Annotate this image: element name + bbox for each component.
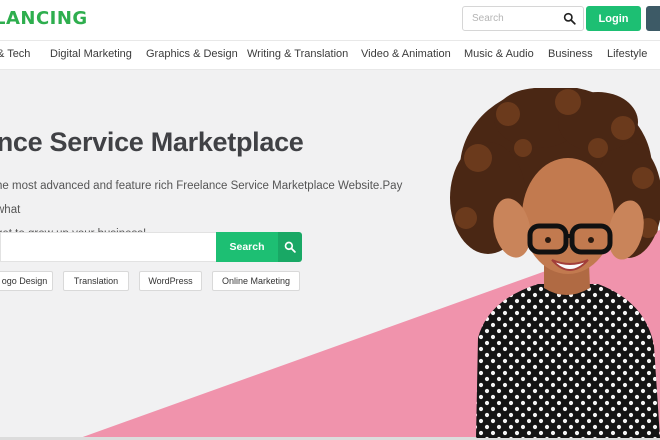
hero-search-input[interactable] — [0, 232, 216, 262]
nav-item-business[interactable]: Business — [548, 48, 593, 60]
login-button[interactable]: Login — [586, 6, 641, 31]
hero-title: ance Service Marketplace — [0, 127, 304, 157]
tag-wordpress[interactable]: WordPress — [139, 271, 202, 291]
nav-item-music-audio[interactable]: Music & Audio — [464, 48, 534, 60]
category-nav: & Tech Digital Marketing Graphics & Desi… — [0, 40, 660, 70]
tag-online-marketing[interactable]: Online Marketing — [212, 271, 300, 291]
hero-search-button[interactable]: Search — [216, 232, 278, 262]
nav-item-video-animation[interactable]: Video & Animation — [361, 48, 451, 60]
hero-subtitle-line-1: he most advanced and feature rich Freela… — [0, 180, 403, 216]
nav-item-writing-translation[interactable]: Writing & Translation — [247, 48, 348, 60]
tag-translation[interactable]: Translation — [63, 271, 129, 291]
hero-search-icon-button[interactable] — [278, 232, 302, 262]
nav-item-digital-marketing[interactable]: Digital Marketing — [50, 48, 132, 60]
nav-item-lifestyle[interactable]: Lifestyle — [607, 48, 647, 60]
search-icon — [284, 241, 296, 253]
tag-logo-design[interactable]: ogo Design — [0, 271, 53, 291]
header-search-input[interactable] — [463, 7, 559, 30]
hero-search-bar: Search — [0, 232, 302, 262]
site-logo[interactable]: LANCING — [0, 8, 88, 29]
top-header: LANCING Login — [0, 0, 660, 40]
header-search[interactable] — [462, 6, 584, 31]
hero-portrait-image — [450, 88, 660, 438]
join-button[interactable] — [646, 6, 660, 31]
nav-item-tech[interactable]: & Tech — [0, 48, 30, 60]
nav-item-graphics-design[interactable]: Graphics & Design — [146, 48, 238, 60]
search-icon[interactable] — [563, 12, 576, 25]
